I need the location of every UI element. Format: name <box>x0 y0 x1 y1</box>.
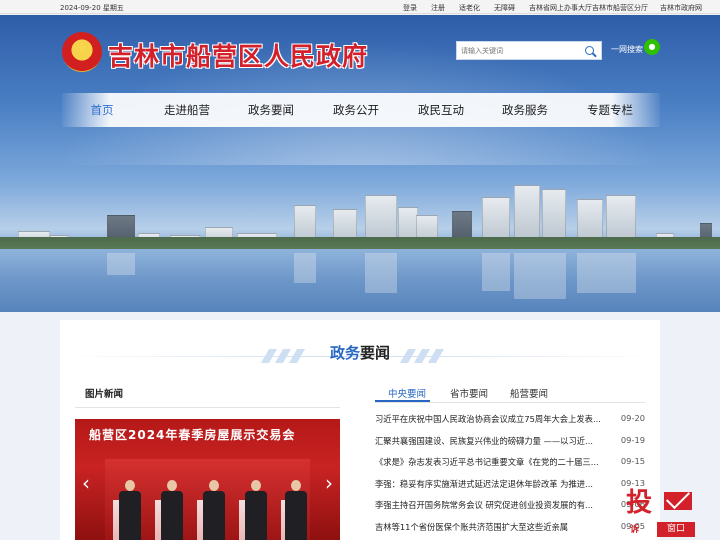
nav-item-topics[interactable]: 专题专栏 <box>570 93 650 127</box>
top-links: 登录 注册 适老化 无障碍 吉林省网上办事大厅吉林市船营区分厅 <box>389 3 648 13</box>
elderly-mode-link[interactable]: 适老化 <box>459 3 480 13</box>
nav-item-home[interactable]: 首页 <box>62 93 142 127</box>
top-bar: 2024-09-20 星期五 登录 注册 适老化 无障碍 吉林省网上办事大厅吉林… <box>0 0 720 14</box>
list-item[interactable]: 李强主持召开国务院常务会议 研究促进创业投资发展的有... 09-06 <box>375 499 645 521</box>
tab-central-news[interactable]: 中央要闻 <box>388 386 426 400</box>
section-title: 政务要闻 <box>60 342 660 363</box>
complaint-window-label: 窗口 <box>657 522 695 537</box>
complaint-big-char: 投 <box>626 488 653 518</box>
national-emblem-icon: ★ <box>62 32 102 72</box>
complaint-window-button[interactable]: 投 诉 窗口 <box>624 482 698 540</box>
news-list: 习近平在庆祝中国人民政治协商会议成立75周年大会上发表... 09-20 汇聚共襄… <box>375 413 645 540</box>
news-title[interactable]: 汇聚共襄强国建设、民族复兴伟业的磅礴力量 ——以习近... <box>375 435 603 447</box>
unified-search-link[interactable]: 一网搜索 <box>611 44 643 55</box>
nav-item-public-affairs[interactable]: 政务公开 <box>316 93 396 127</box>
nav-item-interaction[interactable]: 政民互动 <box>401 93 481 127</box>
carousel-next-icon[interactable]: › <box>320 471 338 495</box>
news-date: 09-19 <box>620 434 645 445</box>
list-item[interactable]: 李强：稳妥有序实施渐进式延迟法定退休年龄改革 为推进... 09-13 <box>375 478 645 500</box>
picture-news-divider <box>75 407 340 408</box>
section-title-blue: 政务 <box>329 344 360 362</box>
accessibility-link[interactable]: 无障碍 <box>494 3 515 13</box>
picture-news-heading: 图片新闻 <box>85 389 124 400</box>
list-item[interactable]: 《求是》杂志发表习近平总书记重要文章《在党的二十届三... 09-15 <box>375 456 645 478</box>
tab-chuanying-news[interactable]: 船营要闻 <box>510 386 548 400</box>
news-title[interactable]: 习近平在庆祝中国人民政治协商会议成立75周年大会上发表... <box>375 413 603 425</box>
news-title[interactable]: 《求是》杂志发表习近平总书记重要文章《在党的二十届三... <box>375 456 603 468</box>
list-item[interactable]: 习近平在庆祝中国人民政治协商会议成立75周年大会上发表... 09-20 <box>375 413 645 435</box>
news-section: 政务要闻 图片新闻 船营区2024年春季房屋展示交易会 ‹ › 中央要闻 省市要… <box>60 320 660 540</box>
news-title[interactable]: 李强：稳妥有序实施渐进式延迟法定退休年龄改革 为推进... <box>375 478 603 490</box>
login-link[interactable]: 登录 <box>403 3 417 13</box>
news-title[interactable]: 李强主持召开国务院常务会议 研究促进创业投资发展的有... <box>375 499 603 511</box>
picture-news-carousel[interactable]: 船营区2024年春季房屋展示交易会 ‹ › <box>75 419 340 540</box>
nav-item-news[interactable]: 政务要闻 <box>231 93 311 127</box>
list-item[interactable]: 汇聚共襄强国建设、民族复兴伟业的磅礴力量 ——以习近... 09-19 <box>375 435 645 457</box>
photo-caption: 船营区2024年春季房屋展示交易会 <box>89 428 296 442</box>
city-government-link[interactable]: 吉林市政府网 <box>660 3 702 13</box>
current-date: 2024-09-20 星期五 <box>60 4 124 12</box>
riverbank <box>0 237 720 249</box>
register-link[interactable]: 注册 <box>431 3 445 13</box>
wechat-icon[interactable]: ● <box>644 39 660 55</box>
list-item[interactable]: 吉林等11个省份医保个账共济范围扩大至这些近亲属 09-05 <box>375 521 645 540</box>
city-skyline-image <box>0 157 720 247</box>
section-title-black: 要闻 <box>360 344 391 362</box>
news-date: 09-20 <box>620 413 645 423</box>
tab-provincial-city-news[interactable]: 省市要闻 <box>450 386 488 400</box>
search-icon[interactable] <box>584 45 597 58</box>
news-title[interactable]: 吉林等11个省份医保个账共济范围扩大至这些近亲属 <box>375 521 603 533</box>
tabs-divider <box>375 402 645 403</box>
photo-stage <box>105 459 310 540</box>
nav-item-about[interactable]: 走进船营 <box>147 93 227 127</box>
search-box <box>456 41 602 60</box>
site-title[interactable]: 吉林市船营区人民政府 <box>108 37 368 73</box>
online-service-hall-link[interactable]: 吉林省网上办事大厅吉林市船营区分厅 <box>529 3 648 13</box>
search-input[interactable] <box>461 44 579 58</box>
complaint-small-char: 诉 <box>630 525 640 535</box>
river-reflection <box>0 249 720 312</box>
header-banner: ★ 吉林市船营区人民政府 一网搜索 ● 首页 走进船营 政务要闻 政务公开 政民… <box>0 15 720 312</box>
nav-item-services[interactable]: 政务服务 <box>485 93 565 127</box>
news-date: 09-15 <box>620 456 645 466</box>
envelope-icon <box>664 492 692 510</box>
carousel-prev-icon[interactable]: ‹ <box>77 471 95 495</box>
main-nav: 首页 走进船营 政务要闻 政务公开 政民互动 政务服务 专题专栏 <box>62 93 660 127</box>
